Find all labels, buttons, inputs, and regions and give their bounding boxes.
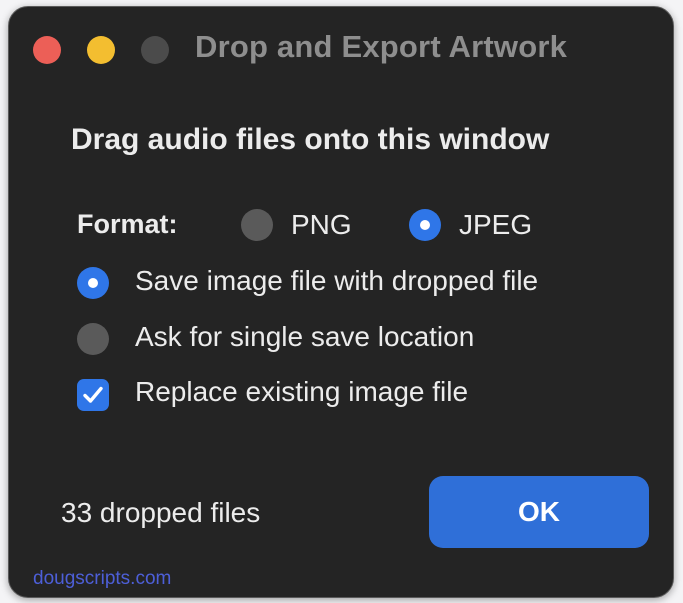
zoom-button: [141, 36, 169, 64]
ask-single-location-radio[interactable]: [77, 323, 109, 355]
dropped-files-count: 33 dropped files: [61, 497, 261, 528]
close-button[interactable]: [33, 36, 61, 64]
save-with-dropped-file-label[interactable]: Save image file with dropped file: [135, 265, 538, 297]
title-bar[interactable]: Drop and Export Artwork: [9, 7, 673, 87]
checkmark-icon: [83, 386, 103, 403]
ask-single-location-label[interactable]: Ask for single save location: [135, 321, 474, 353]
format-jpeg-label[interactable]: JPEG: [459, 209, 532, 241]
format-jpeg-radio[interactable]: [409, 209, 441, 241]
format-png-radio[interactable]: [241, 209, 273, 241]
window-title: Drop and Export Artwork: [195, 29, 568, 64]
format-png-label[interactable]: PNG: [291, 209, 352, 241]
dialog-heading: Drag audio files onto this window: [71, 123, 550, 156]
ok-button[interactable]: OK: [429, 476, 649, 548]
replace-existing-checkbox[interactable]: [77, 379, 109, 411]
save-with-dropped-file-radio[interactable]: [77, 267, 109, 299]
replace-existing-label[interactable]: Replace existing image file: [135, 376, 468, 408]
credit-link[interactable]: dougscripts.com: [33, 568, 171, 590]
minimize-button[interactable]: [87, 36, 115, 64]
dialog-window: Drop and Export Artwork Drag audio files…: [8, 6, 674, 598]
format-label: Format:: [77, 209, 178, 239]
